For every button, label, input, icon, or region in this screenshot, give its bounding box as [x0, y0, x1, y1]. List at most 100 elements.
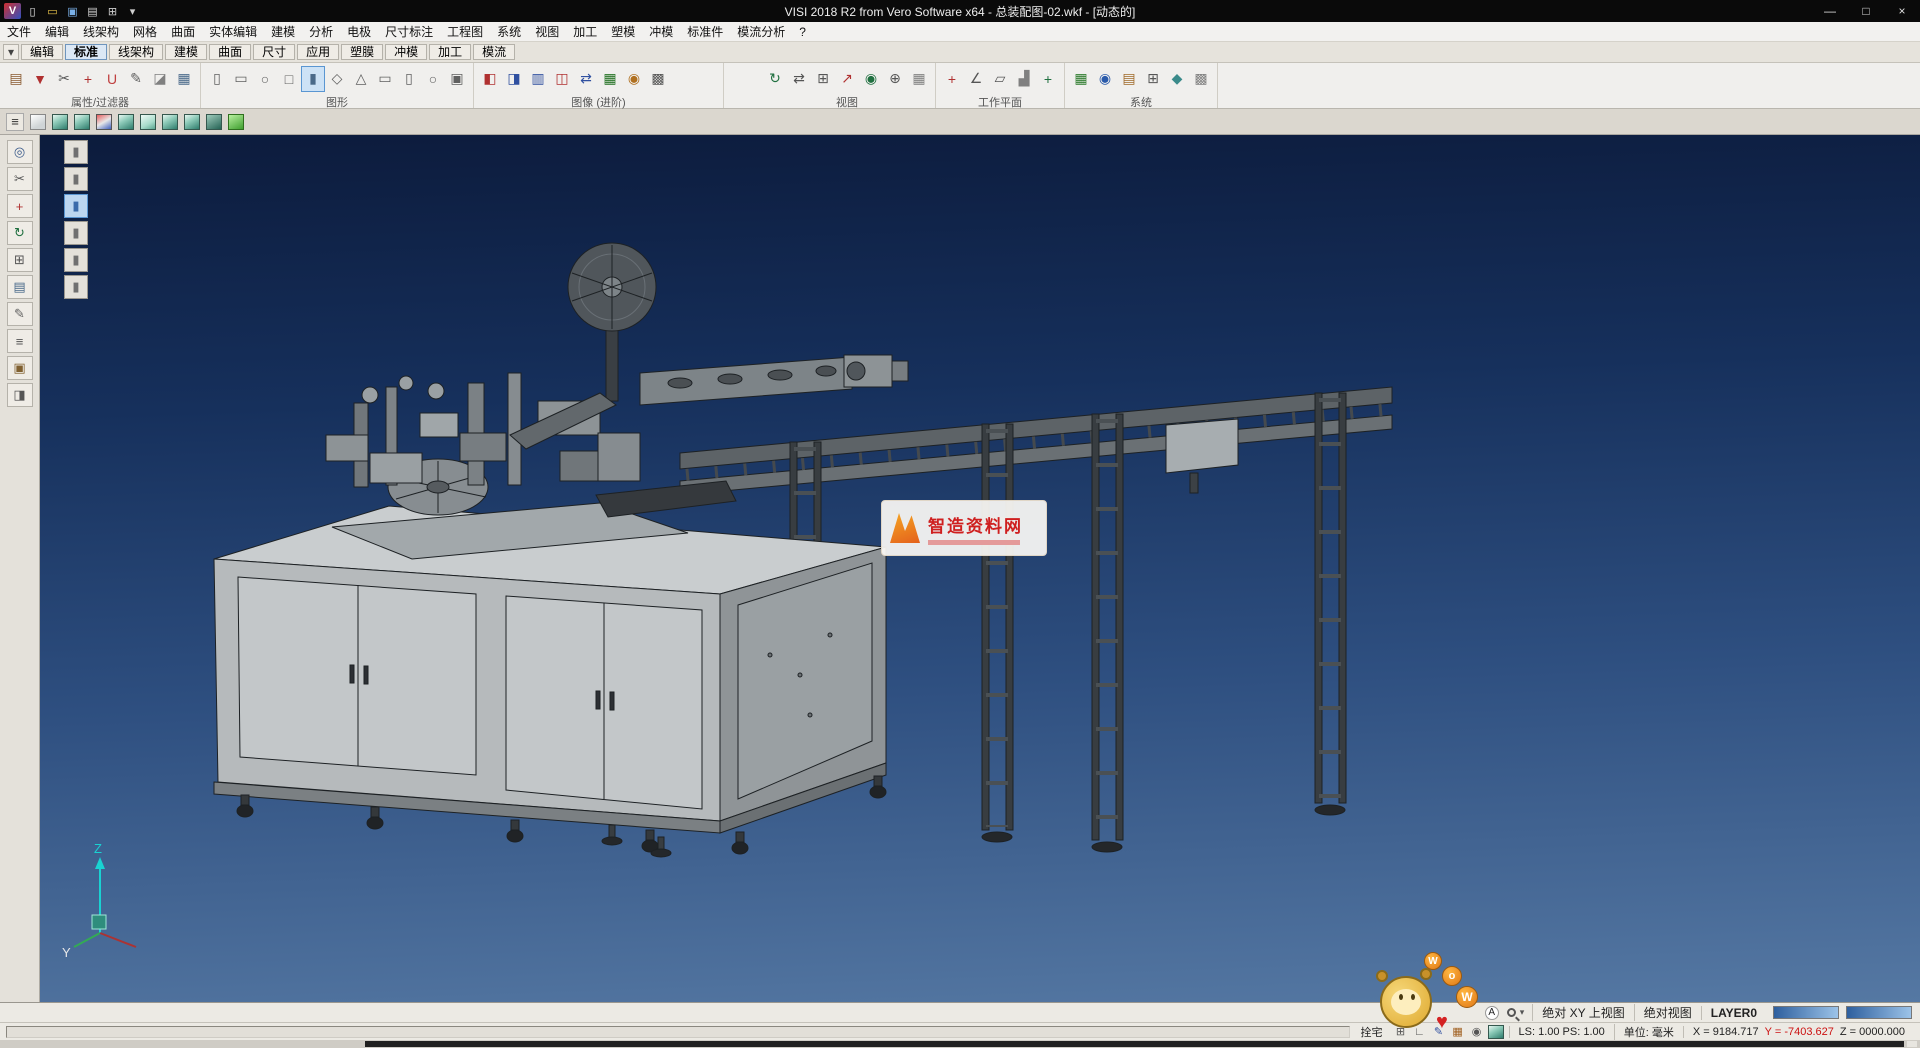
- point-icon[interactable]: ▯: [206, 67, 228, 91]
- shade-icon[interactable]: ▦: [599, 67, 621, 91]
- active-layer-label[interactable]: LAYER0: [1701, 1006, 1766, 1020]
- cplane-corner-icon[interactable]: ▟: [1013, 67, 1035, 91]
- rotate-icon[interactable]: ↻: [7, 221, 33, 245]
- current-view-label[interactable]: 绝对 XY 上视图: [1532, 1004, 1633, 1021]
- command-prompt-field[interactable]: [6, 1026, 1350, 1038]
- add-view-icon[interactable]: ⊕: [884, 67, 906, 91]
- grid-view-icon[interactable]: ▦: [908, 67, 930, 91]
- magnet-icon[interactable]: U: [101, 67, 123, 91]
- palette-icon[interactable]: ▤: [1118, 67, 1140, 91]
- render-blue-icon[interactable]: ◨: [503, 67, 525, 91]
- zoom-window-icon[interactable]: ◎: [7, 140, 33, 164]
- layers-icon[interactable]: ▤: [7, 275, 33, 299]
- sphere-icon[interactable]: ○: [422, 67, 444, 91]
- menu-item-10[interactable]: 工程图: [440, 21, 490, 42]
- cplane-cross-icon[interactable]: +: [941, 67, 963, 91]
- qat-dropdown-icon[interactable]: ▾: [124, 3, 141, 19]
- visi-logo[interactable]: V: [4, 3, 21, 19]
- view-back-icon[interactable]: [118, 114, 134, 130]
- menu-item-16[interactable]: 标准件: [680, 21, 730, 42]
- pattern-icon[interactable]: ▩: [647, 67, 669, 91]
- tab-standard[interactable]: 标准: [65, 44, 107, 60]
- view-shaded-icon[interactable]: [228, 114, 244, 130]
- rotate-view-icon[interactable]: ↻: [764, 67, 786, 91]
- absolute-view-label[interactable]: 绝对视图: [1634, 1004, 1701, 1021]
- menu-item-7[interactable]: 分析: [302, 21, 340, 42]
- close-button[interactable]: ×: [1884, 0, 1920, 22]
- menu-item-6[interactable]: 建模: [264, 21, 302, 42]
- bar-icon[interactable]: ▭: [374, 67, 396, 91]
- viewport-3d[interactable]: ▮▮▮▮▮▮: [40, 135, 1920, 1002]
- copy-icon[interactable]: ◨: [7, 383, 33, 407]
- menu-item-0[interactable]: 文件: [0, 21, 38, 42]
- menu-item-5[interactable]: 实体编辑: [202, 21, 264, 42]
- menu-item-3[interactable]: 网格: [126, 21, 164, 42]
- tab-flow[interactable]: 模流: [473, 44, 515, 60]
- grid-icon[interactable]: ⊞: [1142, 67, 1164, 91]
- tab-dimension[interactable]: 尺寸: [253, 44, 295, 60]
- pencil-icon[interactable]: ✎: [125, 67, 147, 91]
- hatch-icon[interactable]: ▩: [1190, 67, 1212, 91]
- layer-filter-icon[interactable]: ▦: [173, 67, 195, 91]
- cylinder-icon[interactable]: ▮: [302, 67, 324, 91]
- menu-item-8[interactable]: 电极: [340, 21, 378, 42]
- color-swatch-1[interactable]: [1773, 1006, 1839, 1019]
- display-mode-5-icon[interactable]: ▮: [64, 248, 88, 272]
- view-left-icon[interactable]: [140, 114, 156, 130]
- zoom-in-icon[interactable]: ↗: [836, 67, 858, 91]
- scissors-icon[interactable]: ✂: [53, 67, 75, 91]
- list-icon[interactable]: ≡: [7, 329, 33, 353]
- menu-item-2[interactable]: 线架构: [76, 21, 126, 42]
- swap-icon[interactable]: ⇄: [575, 67, 597, 91]
- menu-item-12[interactable]: 视图: [528, 21, 566, 42]
- tab-wireframe[interactable]: 线架构: [109, 44, 163, 60]
- open-doc-icon[interactable]: ▭: [44, 3, 61, 19]
- tab-die[interactable]: 冲模: [385, 44, 427, 60]
- solid-icon[interactable]: ▣: [446, 67, 468, 91]
- trim-icon[interactable]: ✂: [7, 167, 33, 191]
- menu-item-1[interactable]: 编辑: [38, 21, 76, 42]
- translate-icon[interactable]: +: [7, 194, 33, 218]
- cplane-add-icon[interactable]: +: [1037, 67, 1059, 91]
- frame-icon[interactable]: ▣: [7, 356, 33, 380]
- menu-item-4[interactable]: 曲面: [164, 21, 202, 42]
- tab-modeling[interactable]: 建模: [165, 44, 207, 60]
- annotation-badge-icon[interactable]: A: [1485, 1006, 1499, 1020]
- tab-dropdown-icon[interactable]: ▾: [3, 44, 19, 60]
- center-view-icon[interactable]: ◉: [860, 67, 882, 91]
- color-grid-icon[interactable]: ▦: [1070, 67, 1092, 91]
- display-mode-4-icon[interactable]: ▮: [64, 221, 88, 245]
- menu-item-14[interactable]: 塑模: [604, 21, 642, 42]
- minimize-button[interactable]: —: [1812, 0, 1848, 22]
- add-filter-icon[interactable]: +: [77, 67, 99, 91]
- sketch-icon[interactable]: ✎: [7, 302, 33, 326]
- menu-item-15[interactable]: 冲模: [642, 21, 680, 42]
- view-dim-icon[interactable]: [206, 114, 222, 130]
- tab-application[interactable]: 应用: [297, 44, 339, 60]
- view-front-icon[interactable]: [74, 114, 90, 130]
- pipe-icon[interactable]: ▯: [398, 67, 420, 91]
- display-mode-6-icon[interactable]: ▮: [64, 275, 88, 299]
- restore-button[interactable]: □: [1848, 0, 1884, 22]
- compare-icon[interactable]: ◫: [551, 67, 573, 91]
- tab-edit[interactable]: 编辑: [21, 44, 63, 60]
- globe-icon[interactable]: ◉: [1094, 67, 1116, 91]
- print-icon[interactable]: ⊞: [104, 3, 121, 19]
- view-top-icon[interactable]: [30, 114, 46, 130]
- mirror-icon[interactable]: ⊞: [7, 248, 33, 272]
- save-doc-icon[interactable]: ▣: [64, 3, 81, 19]
- tab-surface[interactable]: 曲面: [209, 44, 251, 60]
- diamond-icon[interactable]: ◇: [326, 67, 348, 91]
- rect-icon[interactable]: □: [278, 67, 300, 91]
- zoom-dropdown-icon[interactable]: ▾: [1520, 1007, 1525, 1018]
- properties-icon[interactable]: ▤: [5, 67, 27, 91]
- ucs-cube-icon[interactable]: [1488, 1025, 1504, 1039]
- pan-view-icon[interactable]: ⇄: [788, 67, 810, 91]
- color-swatch-2[interactable]: [1846, 1006, 1912, 1019]
- view-right-icon[interactable]: [162, 114, 178, 130]
- view-iso-icon[interactable]: [52, 114, 68, 130]
- zoom-search-icon[interactable]: [1507, 1008, 1516, 1017]
- menu-item-18[interactable]: ?: [792, 23, 813, 41]
- circle-icon[interactable]: ○: [254, 67, 276, 91]
- menu-item-9[interactable]: 尺寸标注: [378, 21, 440, 42]
